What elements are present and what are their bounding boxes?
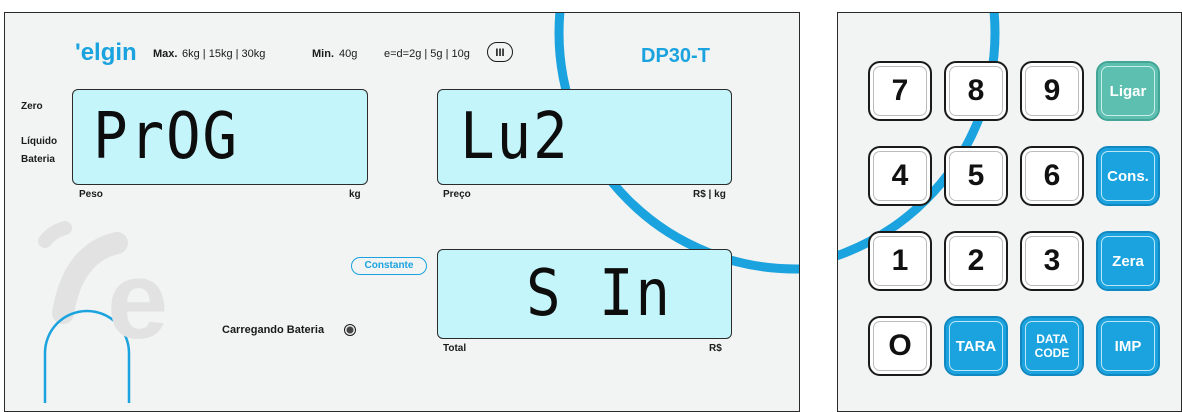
min-value: 40g bbox=[339, 48, 358, 60]
key-3[interactable]: 3 bbox=[1020, 231, 1084, 291]
key-label: 7 bbox=[891, 74, 909, 107]
max-label: Max. bbox=[153, 48, 178, 60]
price-label: Preço bbox=[443, 189, 471, 200]
key-zera[interactable]: Zera bbox=[1096, 231, 1160, 291]
key-label: Zera bbox=[1112, 252, 1144, 270]
key-label: Cons. bbox=[1107, 167, 1149, 185]
key-4[interactable]: 4 bbox=[868, 146, 932, 206]
key-8[interactable]: 8 bbox=[944, 61, 1008, 121]
key-label: IMP bbox=[1114, 337, 1142, 355]
keypad-panel: 7 8 9 Ligar 4 5 6 Cons. 1 2 3 Zera O TARA DATA CODE IMP bbox=[837, 12, 1182, 412]
weight-unit: kg bbox=[349, 189, 361, 200]
price-unit: R$ | kg bbox=[693, 189, 726, 200]
model-name: DP30-T bbox=[641, 45, 710, 67]
total-display: S In bbox=[437, 249, 732, 339]
key-label: 3 bbox=[1043, 244, 1061, 277]
total-label: Total bbox=[443, 343, 467, 354]
key-7[interactable]: 7 bbox=[868, 61, 932, 121]
key-cons[interactable]: Cons. bbox=[1096, 146, 1160, 206]
watermark-e-logo: e bbox=[107, 239, 169, 362]
key-9[interactable]: 9 bbox=[1020, 61, 1084, 121]
key-label: 9 bbox=[1043, 74, 1061, 107]
key-imp[interactable]: IMP bbox=[1096, 316, 1160, 376]
e-value: e=d=2g | 5g | 10g bbox=[384, 48, 470, 60]
key-ligar[interactable]: Ligar bbox=[1096, 61, 1160, 121]
key-label: 5 bbox=[967, 159, 985, 192]
weight-label: Peso bbox=[79, 189, 103, 200]
key-tara[interactable]: TARA bbox=[944, 316, 1008, 376]
total-display-value: S In bbox=[526, 257, 672, 331]
key-label: DATA CODE bbox=[1034, 332, 1070, 360]
brand-logo: 'elgin bbox=[75, 39, 137, 66]
key-6[interactable]: 6 bbox=[1020, 146, 1084, 206]
price-display: Lu2 bbox=[437, 89, 732, 185]
weight-display-value: PrOG bbox=[93, 100, 239, 174]
total-unit: R$ bbox=[709, 343, 722, 354]
charging-led-icon bbox=[344, 324, 356, 336]
accuracy-class-badge: III bbox=[487, 42, 513, 62]
key-o[interactable]: O bbox=[868, 316, 932, 376]
max-value: 6kg | 15kg | 30kg bbox=[182, 48, 266, 60]
key-label: 4 bbox=[891, 159, 909, 192]
key-label: 6 bbox=[1043, 159, 1061, 192]
key-label: 8 bbox=[967, 74, 985, 107]
scale-panel: e 'elgin Max. 6kg | 15kg | 30kg Min. 40g… bbox=[4, 12, 800, 412]
key-label: TARA bbox=[955, 337, 997, 355]
key-data-code[interactable]: DATA CODE bbox=[1020, 316, 1084, 376]
key-label: O bbox=[888, 329, 912, 362]
indicator-bateria: Bateria bbox=[21, 154, 55, 165]
price-display-value: Lu2 bbox=[460, 100, 570, 174]
indicator-zero: Zero bbox=[21, 101, 43, 112]
constante-indicator: Constante bbox=[351, 257, 427, 275]
key-5[interactable]: 5 bbox=[944, 146, 1008, 206]
key-2[interactable]: 2 bbox=[944, 231, 1008, 291]
key-1[interactable]: 1 bbox=[868, 231, 932, 291]
key-label: Ligar bbox=[1109, 82, 1147, 100]
key-label: 1 bbox=[891, 244, 909, 277]
key-label: 2 bbox=[967, 244, 985, 277]
charging-label: Carregando Bateria bbox=[222, 324, 325, 336]
indicator-liquido: Líquido bbox=[21, 136, 58, 147]
weight-display: PrOG bbox=[72, 89, 368, 185]
min-label: Min. bbox=[312, 48, 334, 60]
